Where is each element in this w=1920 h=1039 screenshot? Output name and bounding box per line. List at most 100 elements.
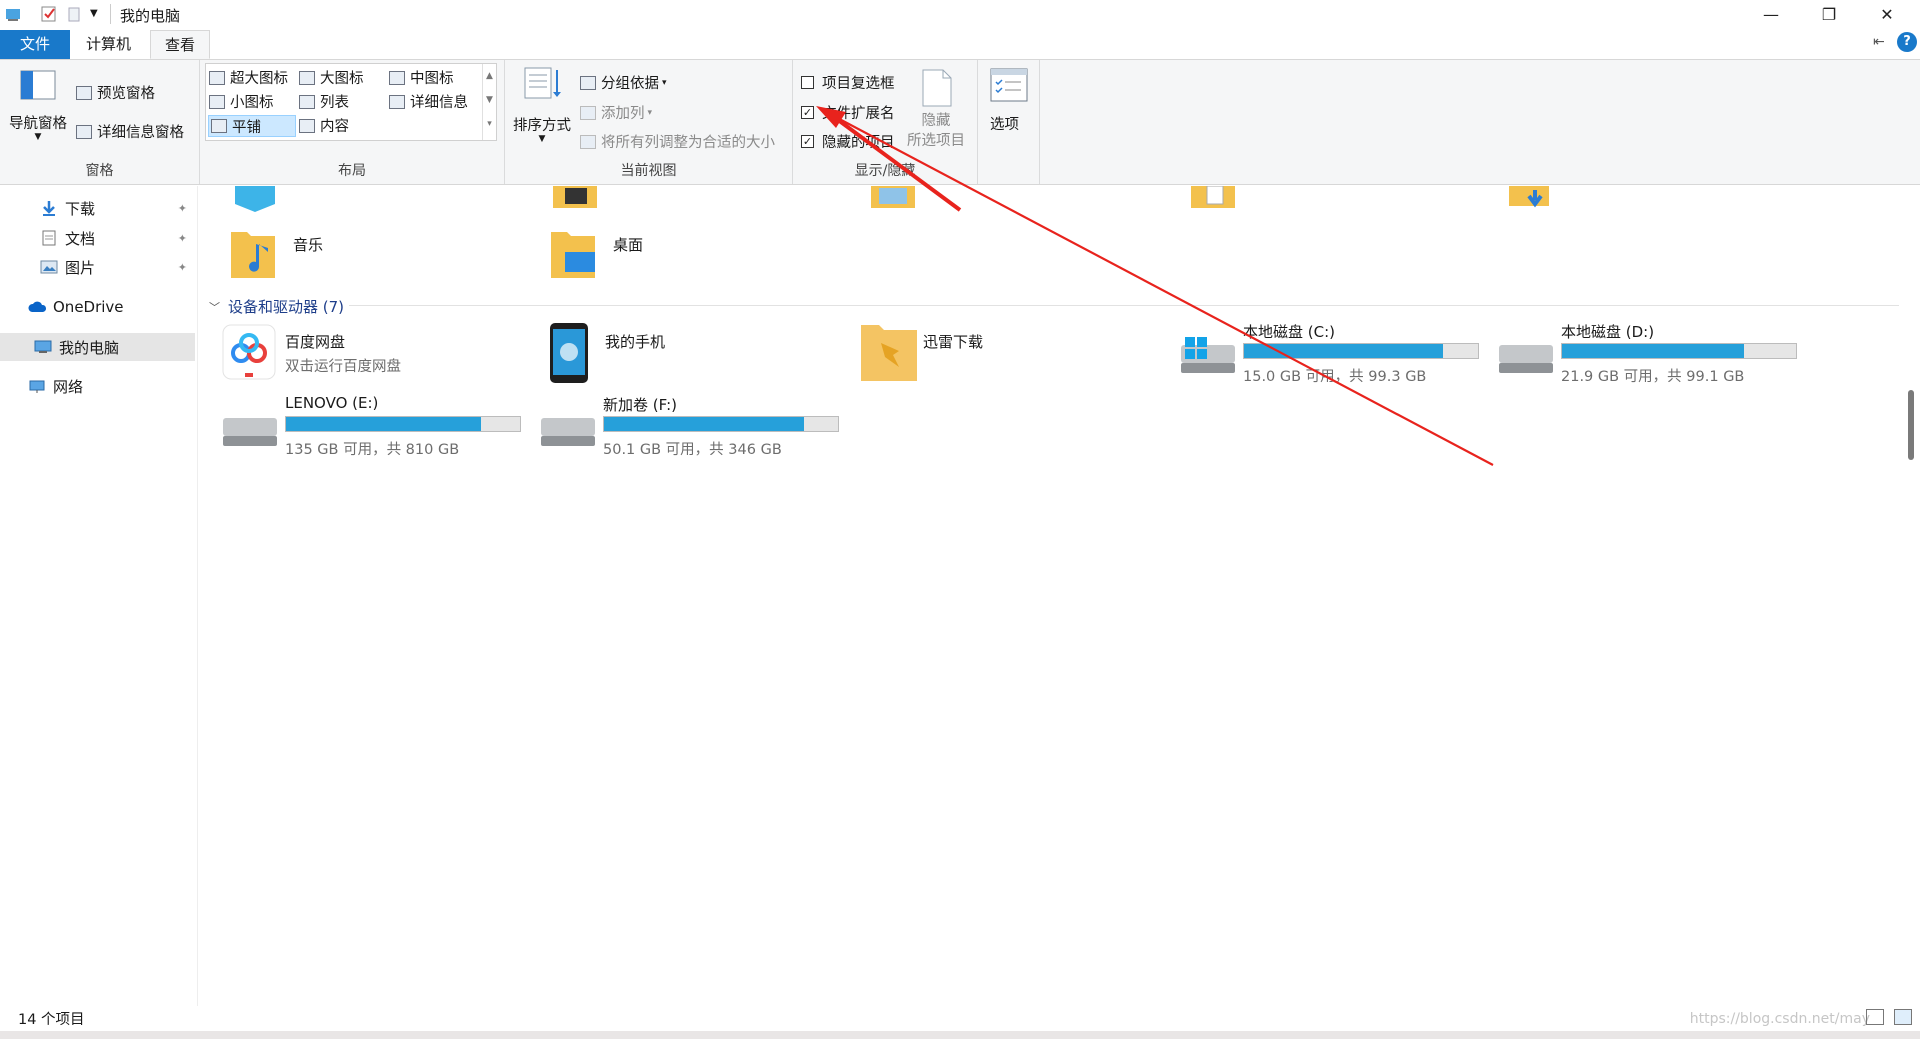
folder-tile-desktop[interactable]: 桌面 [549, 226, 849, 292]
pin-icon[interactable]: ✦ [178, 202, 187, 215]
tab-view[interactable]: 查看 [150, 30, 211, 59]
group-by-icon [580, 75, 596, 90]
sort-by-icon [523, 66, 563, 106]
device-name: 迅雷下载 [923, 333, 984, 351]
hidden-items-checkbox[interactable]: ✓ [801, 135, 814, 148]
item-checkboxes-checkbox[interactable] [801, 76, 814, 89]
nav-item-pictures[interactable]: 图片 ✦ [0, 253, 195, 281]
downloads-folder-icon[interactable] [1507, 186, 1555, 216]
navigation-pane: 下载 ✦ 文档 ✦ 图片 ✦ OneDrive 我的电脑 网络 [0, 186, 198, 1006]
nav-item-this-pc[interactable]: 我的电脑 [0, 333, 195, 361]
file-extensions-checkbox[interactable]: ✓ [801, 106, 814, 119]
device-tile-baidu[interactable]: 百度网盘 双击运行百度网盘 [221, 323, 521, 389]
tab-computer[interactable]: 计算机 [72, 30, 145, 59]
help-icon[interactable]: ? [1897, 32, 1917, 52]
add-column-icon [580, 105, 596, 120]
layout-details[interactable]: 详细信息 [389, 91, 468, 112]
layout-content[interactable]: 内容 [299, 115, 349, 136]
large-icons-view-icon[interactable] [1894, 1009, 1912, 1025]
layout-item-label: 详细信息 [410, 95, 468, 111]
item-checkboxes-label: 项目复选框 [822, 76, 895, 92]
layout-small-icons[interactable]: 小图标 [209, 91, 274, 112]
close-button[interactable]: ✕ [1858, 0, 1916, 28]
videos-folder-icon[interactable] [551, 186, 599, 216]
pin-icon[interactable]: ✦ [178, 232, 187, 245]
nav-item-downloads[interactable]: 下载 ✦ [0, 194, 195, 222]
navigation-pane-label: 导航窗格 [9, 116, 67, 132]
drive-tile-d[interactable]: 本地磁盘 (D:) 21.9 GB 可用，共 99.1 GB [1497, 323, 1797, 389]
new-folder-icon[interactable] [66, 5, 84, 23]
navigation-pane-button[interactable]: 导航窗格 ▼ [9, 112, 67, 142]
customize-quick-access-icon[interactable]: ▼ [90, 8, 108, 26]
drive-tile-f[interactable]: 新加卷 (F:) 50.1 GB 可用，共 346 GB [539, 396, 839, 462]
group-by-label: 分组依据 [601, 76, 659, 92]
window-title: 我的电脑 [120, 7, 181, 25]
desktop-folder-icon [549, 226, 599, 286]
drive-icon [539, 416, 597, 452]
tab-file[interactable]: 文件 [0, 30, 70, 59]
item-checkboxes-toggle[interactable]: 项目复选框 [801, 72, 895, 93]
details-view-icon[interactable] [1866, 1009, 1884, 1025]
layout-gallery-scroll[interactable]: ▲ ▼ ▾ [482, 64, 496, 140]
drive-free-space: 50.1 GB 可用，共 346 GB [603, 442, 782, 458]
drive-free-space: 135 GB 可用，共 810 GB [285, 442, 460, 458]
details-icon [389, 94, 405, 109]
network-icon [28, 378, 46, 394]
layout-tiles[interactable]: 平铺 [208, 115, 296, 137]
title-bar: ▼ 我的电脑 — ❐ ✕ [0, 0, 1920, 28]
nav-item-network[interactable]: 网络 [0, 372, 195, 400]
nav-item-label: 文档 [65, 229, 96, 248]
file-extensions-label: 文件扩展名 [822, 106, 895, 122]
file-extensions-toggle[interactable]: ✓ 文件扩展名 [801, 102, 895, 123]
restore-button[interactable]: ❐ [1800, 0, 1858, 28]
options-button[interactable]: 选项 [990, 113, 1019, 134]
device-tile-xunlei[interactable]: 迅雷下载 [859, 323, 1159, 389]
options-icon [990, 68, 1028, 106]
3d-objects-folder-icon[interactable] [231, 186, 279, 216]
navigation-pane-icon [20, 70, 56, 104]
hidden-items-toggle[interactable]: ✓ 隐藏的项目 [801, 131, 895, 152]
layout-extra-large-icons[interactable]: 超大图标 [209, 67, 288, 88]
size-all-columns-button[interactable]: 将所有列调整为合适的大小 [580, 131, 775, 152]
vertical-scrollbar-thumb[interactable] [1908, 390, 1914, 460]
medium-icons-icon [389, 70, 405, 85]
devices-section-header[interactable]: ﹀ 设备和驱动器 (7) [209, 296, 344, 317]
preview-pane-button[interactable]: 预览窗格 [76, 82, 155, 103]
drive-tile-e[interactable]: LENOVO (E:) 135 GB 可用，共 810 GB [221, 394, 521, 462]
drive-icon [1497, 343, 1555, 379]
properties-icon[interactable] [40, 5, 58, 23]
drive-free-space: 15.0 GB 可用，共 99.3 GB [1243, 369, 1427, 385]
minimize-button[interactable]: — [1742, 0, 1800, 28]
hide-selected-button[interactable]: 隐藏 所选项目 [907, 111, 965, 151]
nav-item-label: 网络 [53, 377, 84, 396]
layout-item-label: 列表 [320, 95, 349, 111]
documents-folder-icon[interactable] [1189, 185, 1237, 216]
details-pane-icon [76, 124, 92, 139]
nav-item-label: 图片 [65, 258, 96, 277]
group-by-button[interactable]: 分组依据 ▾ [580, 72, 667, 93]
device-tile-phone[interactable]: 我的手机 [541, 323, 841, 389]
layout-item-label: 超大图标 [230, 71, 288, 87]
add-column-button[interactable]: 添加列 ▾ [580, 102, 652, 123]
sort-by-button[interactable]: 排序方式 ▼ [513, 114, 571, 144]
current-view-group-label: 当前视图 [620, 163, 677, 179]
layout-list[interactable]: 列表 [299, 91, 349, 112]
drive-tile-c[interactable]: 本地磁盘 (C:) 15.0 GB 可用，共 99.3 GB [1179, 323, 1479, 389]
cloud-icon [28, 299, 47, 315]
layout-medium-icons[interactable]: 中图标 [389, 67, 454, 88]
pin-icon[interactable]: ✦ [178, 261, 187, 274]
pin-ribbon-icon[interactable]: ⇤ [1873, 34, 1885, 50]
options-group: 选项 [978, 60, 1040, 184]
device-name: 百度网盘 [285, 333, 346, 351]
drive-name: 新加卷 (F:) [603, 396, 677, 414]
nav-item-onedrive[interactable]: OneDrive [0, 293, 195, 321]
folder-name: 桌面 [613, 236, 644, 254]
nav-item-documents[interactable]: 文档 ✦ [0, 224, 195, 252]
layout-item-label: 小图标 [230, 95, 274, 111]
layout-large-icons[interactable]: 大图标 [299, 67, 364, 88]
pictures-folder-icon[interactable] [869, 186, 917, 216]
device-name: 我的手机 [605, 333, 666, 351]
details-pane-button[interactable]: 详细信息窗格 [76, 121, 184, 142]
explorer-app-icon[interactable] [4, 5, 22, 23]
folder-tile-music[interactable]: 音乐 [229, 226, 529, 292]
